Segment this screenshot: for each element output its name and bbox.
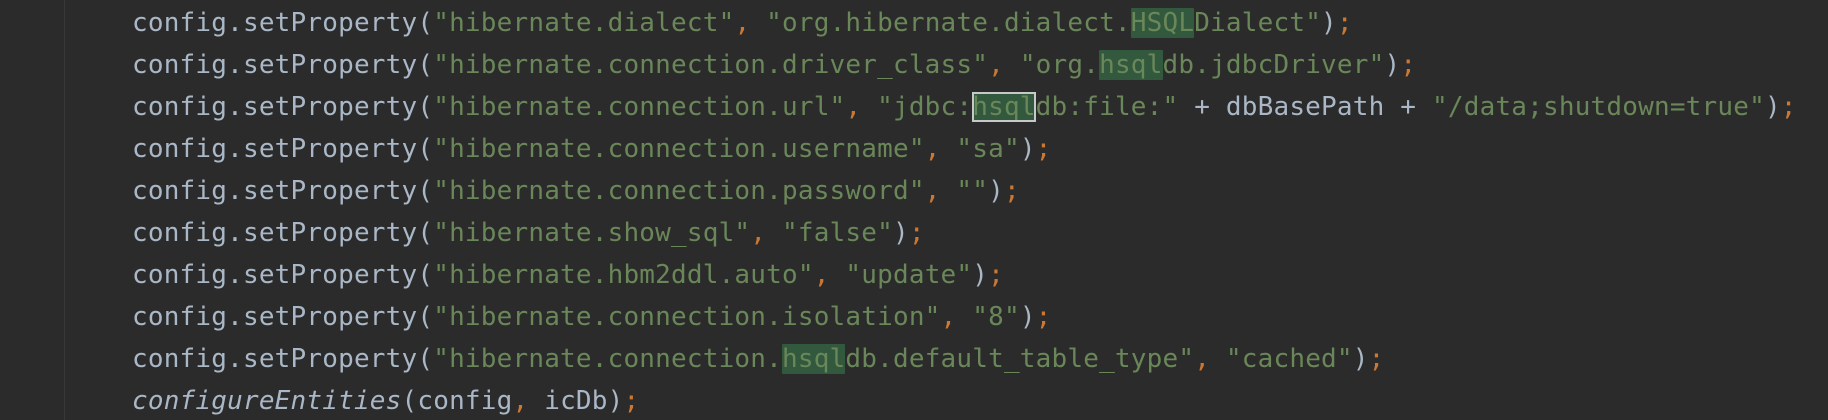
string-literal: "hibernate.connection.username" [433,134,925,164]
string-literal: "org. [1019,50,1100,80]
punctuation: , [940,302,973,332]
code-token: ) [1019,302,1036,332]
code-token: ) [988,176,1004,206]
punctuation: , [924,134,957,164]
punctuation: ; [1003,176,1020,206]
string-literal: "org.hibernate.dialect. [766,8,1131,38]
punctuation: , [924,176,957,206]
search-match-highlight: hsql [782,344,846,374]
punctuation: , [512,386,545,416]
punctuation: ; [908,218,925,248]
search-match-highlight: HSQL [1130,8,1195,38]
string-literal: Dialect" [1194,8,1322,38]
code-token: config.setProperty( [132,134,434,164]
punctuation: ; [988,260,1004,290]
code-line[interactable]: config.setProperty("hibernate.show_sql",… [132,212,1797,254]
code-token: ) [893,218,909,248]
code-line[interactable]: config.setProperty("hibernate.connection… [132,170,1797,212]
code-line[interactable]: config.setProperty("hibernate.hbm2ddl.au… [132,254,1797,296]
code-token: ) [1764,92,1781,122]
code-token: ) [1352,344,1369,374]
punctuation: ; [1368,344,1385,374]
code-token: config.setProperty( [132,176,434,206]
code-token: config.setProperty( [132,92,434,122]
string-literal: "hibernate.connection.driver_class" [433,50,989,80]
punctuation: ; [1400,50,1417,80]
code-token: ) [1384,50,1401,80]
gutter-divider [64,0,65,420]
string-literal: "hibernate.connection.password" [433,176,925,206]
punctuation: ; [1780,92,1797,122]
string-literal: "update" [845,260,973,290]
punctuation: , [845,92,878,122]
punctuation: ; [1035,302,1052,332]
code-line[interactable]: config.setProperty("hibernate.connection… [132,128,1797,170]
string-literal: "false" [782,218,893,248]
string-literal: "8" [972,302,1020,332]
code-line[interactable]: config.setProperty("hibernate.dialect", … [132,2,1797,44]
code-token: config.setProperty( [132,260,434,290]
string-literal: "sa" [956,134,1020,164]
punctuation: ; [1336,8,1353,38]
punctuation: , [988,50,1020,80]
string-literal: db.jdbcDriver" [1162,50,1385,80]
string-literal: db.default_table_type" [845,344,1195,374]
code-line[interactable]: config.setProperty("hibernate.connection… [132,44,1797,86]
punctuation: ; [1035,134,1052,164]
code-line[interactable]: config.setProperty("hibernate.connection… [132,338,1797,380]
string-literal: "cached" [1225,344,1353,374]
search-match-highlight: hsql [1099,50,1163,80]
code-line[interactable]: configureEntities(config, icDb); [132,380,1797,420]
code-line[interactable]: config.setProperty("hibernate.connection… [132,296,1797,338]
string-literal: "/data;shutdown=true" [1432,92,1765,122]
code-token: config.setProperty( [132,8,434,38]
punctuation: , [1194,344,1226,374]
string-literal: "hibernate.connection.isolation" [433,302,941,332]
code-area[interactable]: config.setProperty("hibernate.dialect", … [132,0,1797,420]
string-literal: "" [956,176,989,206]
code-token: ) [1019,134,1036,164]
code-editor[interactable]: config.setProperty("hibernate.dialect", … [0,0,1828,420]
punctuation: ; [623,386,640,416]
string-literal: "hibernate.hbm2ddl.auto" [433,260,814,290]
code-token: config.setProperty( [132,218,434,248]
code-token: config.setProperty( [132,302,434,332]
string-literal: "hibernate.dialect" [433,8,735,38]
punctuation: , [813,260,846,290]
code-token: (config [401,386,513,416]
code-line[interactable]: config.setProperty("hibernate.connection… [132,86,1797,128]
punctuation: , [734,8,767,38]
search-match-current: hsql [972,92,1036,122]
string-literal: db:file:" [1035,92,1179,122]
string-literal: "hibernate.connection. [433,344,782,374]
string-literal: "hibernate.show_sql" [433,218,751,248]
code-token: ) [972,260,989,290]
code-token: config.setProperty( [132,50,434,80]
code-token: icDb) [544,386,624,416]
string-literal: "jdbc: [877,92,973,122]
punctuation: , [750,218,783,248]
string-literal: "hibernate.connection.url" [433,92,846,122]
code-token: ) [1321,8,1337,38]
method-call: configureEntities [132,386,402,416]
code-token: + dbBasePath + [1178,92,1433,122]
code-token: config.setProperty( [132,344,434,374]
